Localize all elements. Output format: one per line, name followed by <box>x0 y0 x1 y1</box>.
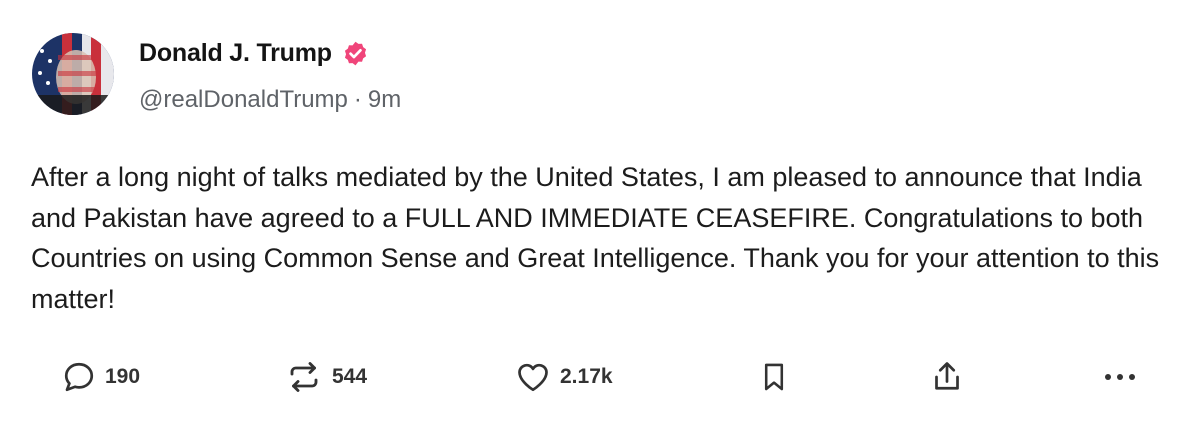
separator: · <box>353 86 362 113</box>
heart-icon <box>514 359 552 395</box>
display-name[interactable]: Donald J. Trump <box>139 39 332 68</box>
repost-count: 544 <box>332 365 368 388</box>
more-icon <box>1102 367 1142 387</box>
share-icon <box>929 358 965 396</box>
repost-button[interactable]: 544 <box>284 350 367 404</box>
avatar-image <box>32 33 114 115</box>
avatar[interactable] <box>32 33 114 115</box>
reply-count: 190 <box>105 365 141 388</box>
like-button[interactable]: 2.17k <box>514 350 613 404</box>
post-card: Donald J. Trump @realDonaldTrump · 9m Afte… <box>0 0 1200 422</box>
timestamp[interactable]: 9m <box>368 86 401 113</box>
share-button[interactable] <box>929 350 965 404</box>
bookmark-button[interactable] <box>757 350 791 404</box>
handle[interactable]: @realDonaldTrump <box>139 86 348 113</box>
author-name-row: Donald J. Trump <box>139 36 369 70</box>
handle-row: @realDonaldTrump · 9m <box>139 84 401 116</box>
post-body: After a long night of talks mediated by … <box>31 162 1160 314</box>
like-count: 2.17k <box>560 365 613 388</box>
reply-button[interactable]: 190 <box>61 350 140 404</box>
repost-icon <box>284 359 324 395</box>
action-bar: 190 544 2.17k <box>0 350 1200 404</box>
more-button[interactable] <box>1102 350 1142 404</box>
reply-icon <box>61 359 97 395</box>
bookmark-icon <box>757 358 791 396</box>
verified-badge-icon <box>342 40 369 67</box>
